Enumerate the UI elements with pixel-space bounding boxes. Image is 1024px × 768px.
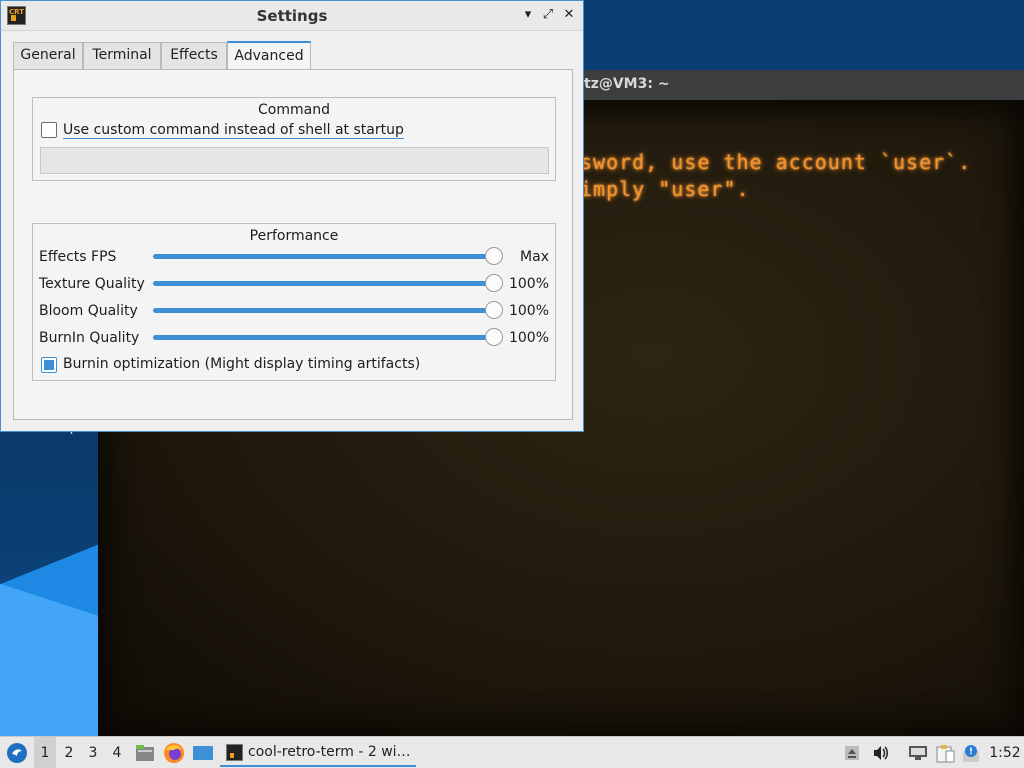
effects-fps-label: Effects FPS (39, 249, 117, 265)
burnin-optimization-label[interactable]: Burnin optimization (Might display timin… (63, 356, 420, 372)
volume-icon[interactable] (872, 745, 890, 761)
maximize-icon[interactable]: ⤢ (539, 6, 557, 24)
update-notifier-icon[interactable] (962, 745, 982, 762)
task-cool-retro-term[interactable]: cool-retro-term - 2 wi… (220, 739, 416, 767)
effects-fps-value: Max (520, 249, 549, 265)
command-group: Command Use custom command instead of sh… (32, 97, 556, 181)
task-label: cool-retro-term - 2 wi… (248, 744, 411, 760)
clock[interactable]: 1:52 (988, 737, 1022, 768)
bloom-quality-label: Bloom Quality (39, 303, 138, 319)
tab-advanced[interactable]: Advanced (227, 41, 311, 70)
show-desktop-icon[interactable] (191, 737, 215, 768)
custom-command-checkbox[interactable] (41, 122, 57, 138)
bloom-quality-slider[interactable] (153, 308, 493, 313)
effects-fps-slider[interactable] (153, 254, 493, 259)
texture-quality-value: 100% (508, 276, 549, 292)
file-manager-icon[interactable] (133, 737, 157, 768)
custom-command-label[interactable]: Use custom command instead of shell at s… (63, 122, 404, 139)
advanced-panel: Command Use custom command instead of sh… (13, 69, 573, 420)
burnin-quality-value: 100% (508, 330, 549, 346)
start-menu-icon[interactable] (4, 737, 30, 768)
terminal-title: tz@VM3: ~ (584, 76, 670, 92)
tab-effects[interactable]: Effects (161, 42, 227, 69)
tab-terminal[interactable]: Terminal (83, 42, 161, 69)
dialog-titlebar[interactable]: CRT Settings ▾ ⤢ ✕ (1, 1, 583, 31)
burnin-optimization-checkbox[interactable] (41, 357, 57, 373)
terminal-line: sword, use the account `user`. (580, 150, 972, 174)
command-group-title: Command (258, 102, 330, 118)
tab-general[interactable]: General (13, 42, 83, 69)
workspace-3[interactable]: 3 (82, 737, 104, 768)
firefox-icon[interactable] (162, 737, 186, 768)
custom-command-input[interactable] (40, 147, 549, 174)
workspace-1[interactable]: 1 (34, 737, 56, 768)
dialog-title: Settings (256, 7, 328, 25)
crt-app-icon (226, 744, 243, 761)
terminal-line: imply "user". (580, 177, 750, 201)
eject-icon[interactable] (844, 745, 862, 761)
bloom-quality-value: 100% (508, 303, 549, 319)
close-icon[interactable]: ✕ (560, 6, 578, 24)
settings-dialog[interactable]: CRT Settings ▾ ⤢ ✕ General Terminal Effe… (0, 0, 584, 432)
network-icon[interactable] (908, 745, 928, 761)
burnin-quality-slider[interactable] (153, 335, 493, 340)
performance-group-title: Performance (249, 228, 339, 244)
burnin-quality-label: BurnIn Quality (39, 330, 140, 346)
workspace-2[interactable]: 2 (58, 737, 80, 768)
texture-quality-slider[interactable] (153, 281, 493, 286)
texture-quality-label: Texture Quality (39, 276, 145, 292)
taskbar: 1 2 3 4 cool-retro-term - 2 wi… 1:52 (0, 736, 1024, 768)
clipboard-icon[interactable] (935, 745, 955, 763)
minimize-icon[interactable]: ▾ (519, 6, 537, 24)
workspace-4[interactable]: 4 (106, 737, 128, 768)
performance-group: Performance Effects FPS Max Texture Qual… (32, 223, 556, 381)
